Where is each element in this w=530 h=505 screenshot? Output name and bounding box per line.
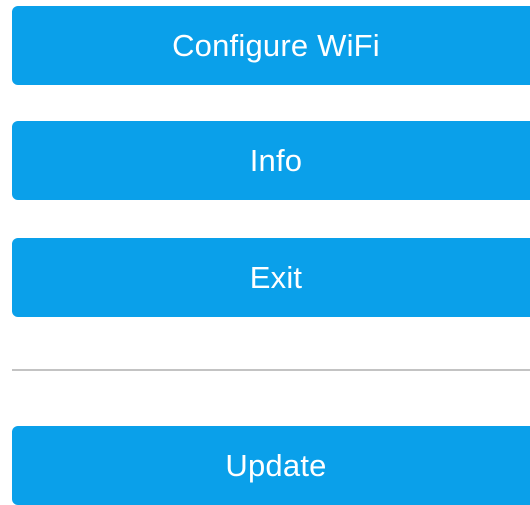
info-button-label: Info xyxy=(249,142,303,178)
menu-divider xyxy=(12,369,530,371)
exit-button-label: Exit xyxy=(249,259,303,295)
exit-button[interactable]: Exit xyxy=(12,238,530,317)
configure-wifi-button-label: Configure WiFi xyxy=(172,27,380,63)
update-button-label: Update xyxy=(225,447,327,483)
wifi-manager-menu: Configure WiFi Info Exit Update xyxy=(12,0,530,505)
update-button[interactable]: Update xyxy=(12,426,530,505)
info-button[interactable]: Info xyxy=(12,121,530,200)
configure-wifi-button[interactable]: Configure WiFi xyxy=(12,6,530,85)
